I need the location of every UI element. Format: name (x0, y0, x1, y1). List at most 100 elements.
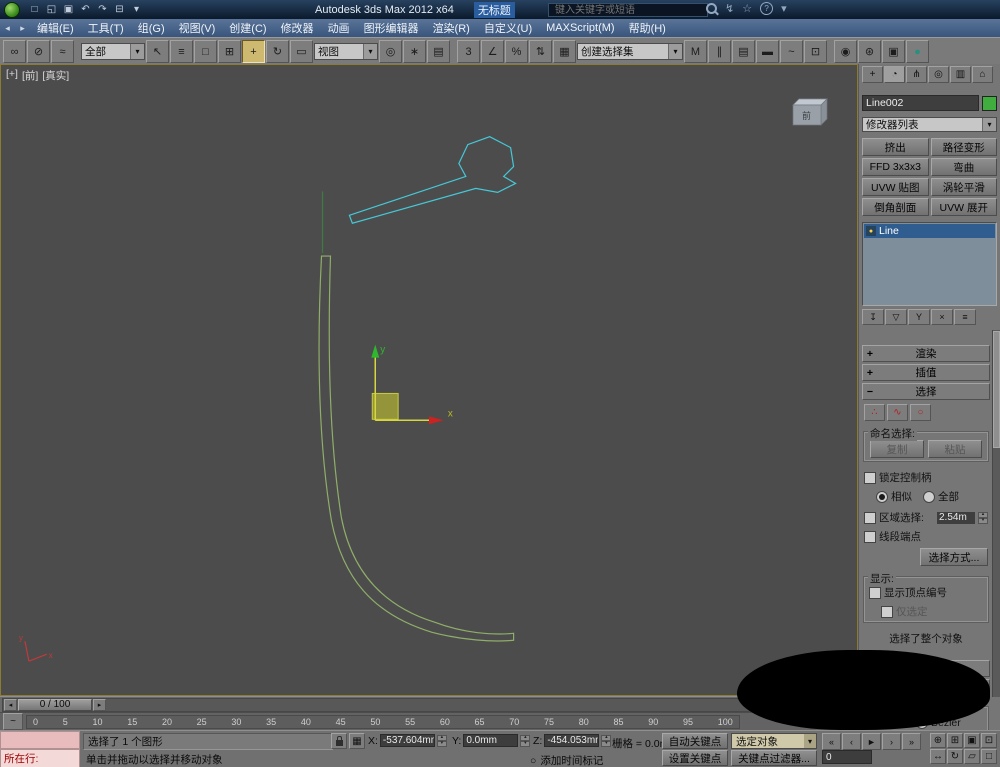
rectangular-selection-icon[interactable]: □ (194, 40, 217, 63)
spline-subobject-icon[interactable]: ○ (910, 404, 931, 421)
menu-help[interactable]: 帮助(H) (622, 19, 673, 37)
selection-filter-dropdown[interactable]: 全部 ▾ (81, 43, 145, 60)
menu-views[interactable]: 视图(V) (172, 19, 223, 37)
tab-display-icon[interactable]: ▥ (950, 66, 971, 83)
previous-frame-icon[interactable]: ◂ (4, 698, 17, 711)
rendered-frame-icon[interactable]: ▣ (882, 40, 905, 63)
chevron-down-icon[interactable]: ▾ (804, 734, 816, 748)
area-threshold-field[interactable]: 2.54m (937, 511, 975, 524)
menu-modifiers[interactable]: 修改器 (274, 19, 321, 37)
next-frame-icon[interactable]: ▸ (93, 698, 106, 711)
orbit-icon[interactable]: ↻ (947, 749, 963, 764)
undo-icon[interactable]: ↶ (77, 2, 94, 17)
tab-hierarchy-icon[interactable]: ⋔ (906, 66, 927, 83)
object-color-swatch[interactable] (982, 95, 997, 111)
x-value-field[interactable]: -537.604mm (379, 734, 435, 747)
project-folder-icon[interactable]: ⊟ (111, 2, 128, 17)
viewport-canvas[interactable]: y x y x (1, 65, 857, 695)
modifier-unwrap-button[interactable]: UVW 展开 (930, 198, 997, 216)
tab-utilities-icon[interactable]: ⌂ (972, 66, 993, 83)
modifier-bend-button[interactable]: 弯曲 (930, 158, 997, 176)
zoom-icon[interactable]: ⊕ (930, 733, 946, 748)
menu-group[interactable]: 组(G) (131, 19, 172, 37)
z-value-field[interactable]: -454.053mm (544, 734, 600, 747)
zoom-region-icon[interactable]: ⊡ (981, 733, 997, 748)
time-slider[interactable]: ◂ 0 / 100 ▸ (0, 696, 858, 712)
menu-edit[interactable]: 编辑(E) (30, 19, 81, 37)
search-input[interactable] (553, 3, 703, 17)
select-and-link-icon[interactable]: ∞ (3, 40, 26, 63)
modifier-stack[interactable]: ● Line (862, 222, 997, 306)
open-file-icon[interactable]: ◱ (43, 2, 60, 17)
time-slider-track[interactable]: ◂ 0 / 100 ▸ (2, 697, 856, 712)
segment-end-checkbox[interactable] (864, 530, 876, 543)
panel-scrollbar-thumb[interactable] (993, 331, 1000, 448)
bind-to-spacewarp-icon[interactable]: ≈ (51, 40, 74, 63)
modifier-list-dropdown[interactable]: 修改器列表 ▾ (862, 117, 997, 132)
layer-manager-icon[interactable]: ▤ (732, 40, 755, 63)
chevron-down-icon[interactable]: ▾ (130, 44, 144, 59)
visibility-bulb-icon[interactable]: ● (866, 226, 876, 236)
modifier-extrude-button[interactable]: 挤出 (862, 138, 929, 156)
schematic-view-icon[interactable]: ⊡ (804, 40, 827, 63)
current-frame-field[interactable]: 0 (822, 750, 872, 764)
tab-create-icon[interactable]: + (862, 66, 883, 83)
object-name-field[interactable]: Line002 (862, 95, 979, 111)
next-key-icon[interactable]: › (882, 733, 901, 750)
track-bar[interactable]: ~ 0 5 10 15 20 25 30 35 40 45 50 55 60 6… (0, 712, 858, 730)
spinner-snap-icon[interactable]: ⇅ (529, 40, 552, 63)
maxscript-mini-listener[interactable] (0, 731, 80, 749)
angle-snap-icon[interactable]: ∠ (481, 40, 504, 63)
percent-snap-icon[interactable]: % (505, 40, 528, 63)
lock-handles-checkbox[interactable] (864, 471, 876, 484)
remove-modifier-icon[interactable]: × (931, 309, 953, 325)
search-icon[interactable] (706, 3, 717, 14)
set-key-button[interactable]: 设置关键点 (662, 750, 728, 766)
z-spinner[interactable]: ▴ ▾ (601, 734, 612, 747)
max-logo-icon[interactable] (4, 1, 20, 18)
chevron-down-icon[interactable]: ▾ (668, 44, 682, 59)
pin-stack-icon[interactable]: ↧ (862, 309, 884, 325)
communication-center-icon[interactable]: ↯ (725, 2, 734, 15)
select-and-manipulate-icon[interactable]: ∗ (403, 40, 426, 63)
menu-left-icon-2[interactable]: ▸ (15, 23, 30, 34)
menu-maxscript[interactable]: MAXScript(M) (539, 19, 621, 37)
zoom-all-icon[interactable]: ⊞ (947, 733, 963, 748)
y-spinner[interactable]: ▴ ▾ (520, 734, 531, 747)
add-time-tag[interactable]: ○ 添加时间标记 (530, 753, 603, 767)
mirror-icon[interactable]: M (684, 40, 707, 63)
snap-toggle-icon[interactable]: 3 (457, 40, 480, 63)
curve-editor-icon[interactable]: ~ (780, 40, 803, 63)
vertex-subobject-icon[interactable]: ∴ (864, 404, 885, 421)
field-of-view-icon[interactable]: ▱ (964, 749, 980, 764)
maximize-viewport-icon[interactable]: □ (981, 749, 997, 764)
paste-button[interactable]: 粘贴 (928, 440, 982, 458)
rollout-interpolation[interactable]: + 插值 (862, 364, 990, 381)
viewport-menu-shading[interactable]: [真实] (42, 68, 69, 83)
area-threshold-spinner[interactable]: ▴ ▾ (978, 511, 988, 524)
y-value-field[interactable]: 0.0mm (463, 734, 519, 747)
select-by-button[interactable]: 选择方式... (920, 548, 988, 566)
front-viewport[interactable]: [+] [前] [真实] y x y x 前 (0, 64, 858, 696)
absolute-mode-toggle[interactable]: ▦ (349, 733, 365, 749)
spin-down-icon[interactable]: ▾ (520, 740, 531, 747)
select-and-move-icon[interactable]: + (242, 40, 265, 63)
edit-named-sets-icon[interactable]: ▦ (553, 40, 576, 63)
spin-down-icon[interactable]: ▾ (601, 740, 612, 747)
area-selection-checkbox[interactable] (864, 511, 876, 524)
selection-lock-toggle[interactable] (331, 733, 347, 749)
render-setup-icon[interactable]: ⊛ (858, 40, 881, 63)
quick-access-arrow-icon[interactable]: ▾ (128, 2, 145, 17)
new-scene-icon[interactable]: □ (26, 2, 43, 17)
modifier-pathdeform-button[interactable]: 路径变形 (930, 138, 997, 156)
viewport-menu-general[interactable]: [+] (6, 68, 18, 83)
panel-scrollbar[interactable] (992, 330, 1000, 697)
rollout-selection[interactable]: − 选择 (862, 383, 990, 400)
redo-icon[interactable]: ↷ (94, 2, 111, 17)
make-unique-icon[interactable]: Y (908, 309, 930, 325)
modifier-uvwmap-button[interactable]: UVW 贴图 (862, 178, 929, 196)
maxscript-listener-line[interactable]: 所在行: (0, 749, 80, 767)
go-to-end-icon[interactable]: » (902, 733, 921, 750)
selected-only-checkbox[interactable] (881, 605, 893, 618)
keyboard-override-icon[interactable]: ▤ (427, 40, 450, 63)
